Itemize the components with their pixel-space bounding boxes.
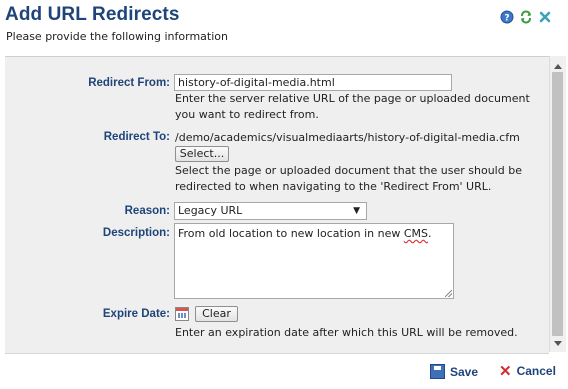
- form-panel: Redirect From: history-of-digital-media.…: [5, 56, 549, 354]
- dialog-footer: Save ✕ Cancel: [0, 352, 568, 389]
- redirect-from-label: Redirect From:: [88, 77, 170, 89]
- description-label: Description:: [102, 227, 170, 239]
- spellcheck-word: CMS: [403, 227, 428, 240]
- reason-selected-value: Legacy URL: [178, 204, 243, 217]
- reason-select[interactable]: Legacy URL ▼: [174, 202, 367, 220]
- scroll-thumb[interactable]: [552, 72, 563, 336]
- svg-text:?: ?: [504, 14, 509, 24]
- resize-handle[interactable]: [445, 290, 452, 297]
- save-icon: [430, 364, 445, 379]
- save-label: Save: [450, 364, 479, 379]
- clear-button[interactable]: Clear: [195, 306, 238, 322]
- close-icon[interactable]: [538, 10, 552, 24]
- expire-date-help: Enter an expiration date after which thi…: [175, 326, 518, 339]
- cancel-button[interactable]: ✕ Cancel: [499, 362, 556, 380]
- redirect-from-input[interactable]: history-of-digital-media.html: [174, 74, 452, 91]
- redirect-to-label: Redirect To:: [103, 131, 170, 143]
- redirect-to-help: Select the page or uploaded document tha…: [175, 164, 522, 193]
- calendar-icon[interactable]: [175, 307, 189, 321]
- dialog-header: Add URL Redirects Please provide the fol…: [0, 0, 568, 50]
- reason-label: Reason:: [124, 205, 170, 217]
- dialog-subtitle: Please provide the following information: [6, 30, 228, 43]
- save-button[interactable]: Save: [430, 364, 478, 379]
- dropdown-arrow-icon: ▼: [353, 206, 360, 216]
- dialog-title: Add URL Redirects: [5, 4, 180, 25]
- help-icon[interactable]: ?: [500, 10, 514, 24]
- cancel-icon: ✕: [499, 362, 512, 380]
- vertical-scrollbar[interactable]: [549, 56, 566, 352]
- redirect-to-path: /demo/academics/visualmediaarts/history-…: [175, 131, 520, 144]
- expire-date-label: Expire Date:: [102, 308, 170, 320]
- header-icons: ?: [500, 10, 552, 24]
- description-text: From old location to new location in new…: [178, 227, 432, 240]
- cancel-label: Cancel: [516, 364, 556, 378]
- refresh-icon[interactable]: [519, 10, 533, 24]
- scroll-down-arrow-icon[interactable]: [554, 341, 562, 346]
- select-button[interactable]: Select...: [175, 146, 229, 162]
- redirect-from-help: Enter the server relative URL of the pag…: [175, 92, 530, 121]
- scroll-up-arrow-icon[interactable]: [554, 64, 562, 69]
- description-textarea[interactable]: From old location to new location in new…: [174, 223, 454, 299]
